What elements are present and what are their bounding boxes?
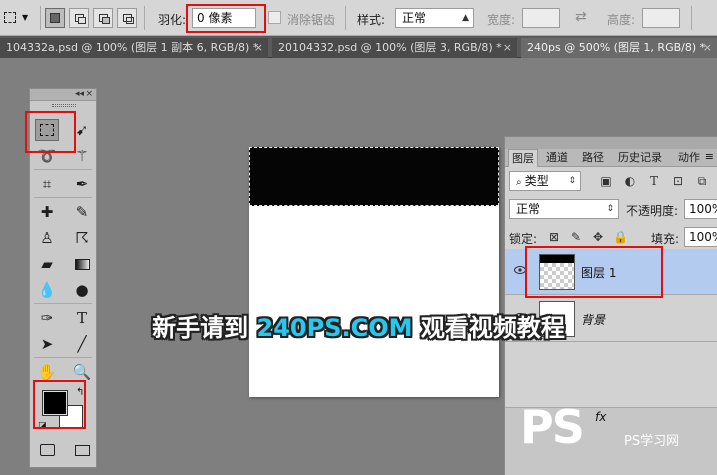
collapse-icon[interactable]: ◂◂: [75, 89, 84, 100]
blend-row: 正常 ⇕ 不透明度: 100%: [505, 199, 717, 221]
quick-mask-icon[interactable]: [35, 439, 59, 461]
brush-tool-icon[interactable]: ✎: [70, 201, 94, 223]
toolbox-header: ◂◂ ×: [30, 89, 96, 101]
doc-tab-title: 104332a.psd @ 100% (图层 1 副本 6, RGB/8) *: [6, 41, 259, 54]
blur-tool-icon[interactable]: 💧: [35, 279, 59, 301]
eraser-tool-icon[interactable]: ▰: [35, 253, 59, 275]
style-label: 样式:: [357, 13, 386, 27]
lock-label: 锁定:: [509, 232, 538, 246]
shape-filter-icon[interactable]: ⊡: [671, 174, 685, 188]
watermark-text: PS学习网: [624, 434, 680, 449]
width-input[interactable]: [522, 8, 560, 28]
tab-actions[interactable]: 动作: [675, 149, 703, 167]
preset-dropdown-arrow-icon[interactable]: ▼: [22, 13, 28, 22]
doc-tab[interactable]: 20104332.psd @ 100% (图层 3, RGB/8) * ×: [272, 38, 517, 58]
fill-label: 填充:: [651, 232, 680, 246]
layer-filter-row: ⌕ 类型 ⇕ ▣ ◐ T ⊡ ⧉: [505, 171, 717, 193]
document-tab-bar: 104332a.psd @ 100% (图层 1 副本 6, RGB/8) * ×…: [0, 36, 717, 58]
marquee-preset-icon[interactable]: [2, 8, 20, 28]
anti-alias-checkbox[interactable]: [268, 11, 281, 24]
dodge-tool-icon[interactable]: ●: [70, 279, 94, 301]
caption-site: 240PS.COM: [256, 314, 413, 342]
caption-suffix: 观看视频教程: [412, 314, 565, 342]
fill-input[interactable]: 100%: [684, 227, 717, 247]
image-filter-icon[interactable]: ▣: [599, 174, 613, 188]
doc-tab-title: 20104332.psd @ 100% (图层 3, RGB/8) *: [278, 41, 502, 54]
updown-arrow-icon: ⇕: [606, 204, 614, 214]
height-label: 高度:: [607, 13, 636, 27]
tab-channels[interactable]: 通道: [543, 149, 571, 167]
feather-label: 羽化:: [158, 13, 187, 27]
style-select-value: 正常: [402, 11, 427, 25]
opacity-label: 不透明度:: [626, 204, 679, 218]
panel-tabs: 图层 通道 路径 历史记录 动作 ≡: [505, 149, 717, 167]
close-icon[interactable]: ×: [703, 38, 712, 57]
adjustment-filter-icon[interactable]: ◐: [623, 174, 637, 188]
panel-menu-icon[interactable]: ≡: [705, 150, 714, 163]
tab-layers[interactable]: 图层: [508, 149, 538, 167]
subtract-from-selection-button[interactable]: [93, 8, 113, 28]
lock-transparency-icon[interactable]: ⊠: [547, 230, 561, 244]
lock-position-icon[interactable]: ✥: [591, 230, 605, 244]
filter-kind-select[interactable]: ⌕ 类型 ⇕: [509, 171, 581, 191]
doc-tab-active[interactable]: 240ps @ 500% (图层 1, RGB/8) * ×: [521, 38, 717, 58]
search-icon: ⌕: [516, 177, 525, 188]
tutorial-caption: 新手请到 240PS.COM 观看视频教程: [0, 308, 717, 343]
color-swatch-highlight-box: [33, 380, 86, 429]
new-selection-button[interactable]: [45, 8, 65, 28]
gradient-tool-icon[interactable]: [70, 253, 94, 275]
feather-highlight-box: [186, 4, 266, 33]
layer-highlight-box: [525, 246, 663, 298]
swap-icon[interactable]: ⇄: [575, 9, 587, 25]
blend-mode-select[interactable]: 正常 ⇕: [509, 199, 619, 219]
type-filter-icon[interactable]: T: [647, 174, 661, 188]
doc-tab[interactable]: 104332a.psd @ 100% (图层 1 副本 6, RGB/8) * ×: [0, 38, 268, 58]
blend-mode-value: 正常: [516, 202, 541, 216]
anti-alias-label: 消除锯齿: [287, 13, 336, 27]
history-brush-tool-icon[interactable]: ☈: [70, 227, 94, 249]
eyedropper-tool-icon[interactable]: ✒: [70, 173, 94, 195]
doc-tab-title: 240ps @ 500% (图层 1, RGB/8) *: [527, 41, 706, 54]
crop-tool-icon[interactable]: ⌗: [35, 173, 59, 195]
style-select[interactable]: 正常 ▲: [395, 8, 474, 28]
updown-arrow-icon: ▲: [462, 13, 469, 23]
panel-header: [505, 137, 717, 149]
watermark-logo: PS: [520, 400, 585, 454]
tab-paths[interactable]: 路径: [579, 149, 607, 167]
healing-brush-tool-icon[interactable]: ✚: [35, 201, 59, 223]
screen-mode-icon[interactable]: [70, 439, 94, 461]
width-label: 宽度:: [487, 13, 516, 27]
toolbox-grip[interactable]: [52, 104, 76, 107]
selection-marquee[interactable]: [249, 147, 499, 206]
options-bar: ▼ 羽化: 0 像素 消除锯齿 样式: 正常 ▲ 宽度: ⇄ 高度:: [0, 0, 717, 36]
opacity-input[interactable]: 100%: [684, 199, 717, 219]
document-canvas[interactable]: [249, 147, 499, 397]
clone-stamp-tool-icon[interactable]: ♙: [35, 227, 59, 249]
watermark: PS PS学习网: [520, 400, 717, 475]
close-icon[interactable]: ×: [85, 89, 93, 100]
updown-arrow-icon: ⇕: [568, 176, 576, 186]
intersect-selection-button[interactable]: [117, 8, 137, 28]
filter-kind-value: 类型: [524, 174, 549, 188]
caption-prefix: 新手请到: [152, 314, 257, 342]
lock-all-icon[interactable]: 🔒: [613, 230, 628, 244]
tab-history[interactable]: 历史记录: [615, 149, 665, 167]
marquee-tool-highlight-box: [25, 111, 76, 153]
height-input[interactable]: [642, 8, 680, 28]
smart-object-filter-icon[interactable]: ⧉: [695, 174, 709, 188]
lock-pixels-icon[interactable]: ✎: [569, 230, 583, 244]
add-to-selection-button[interactable]: [69, 8, 89, 28]
close-icon[interactable]: ×: [254, 38, 263, 57]
close-icon[interactable]: ×: [503, 38, 512, 57]
